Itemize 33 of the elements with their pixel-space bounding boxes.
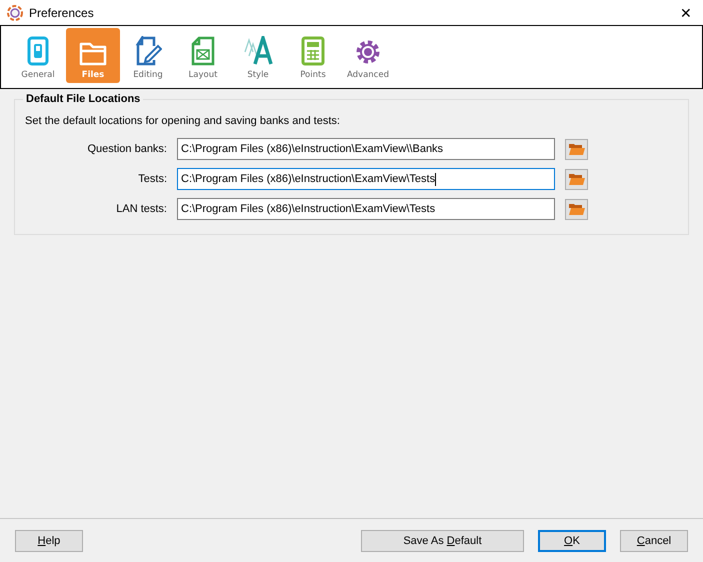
folder-icon bbox=[568, 173, 584, 185]
dialog-button[interactable]: OK bbox=[538, 530, 606, 552]
field-label: Tests: bbox=[137, 173, 167, 185]
app-logo-icon bbox=[7, 4, 23, 20]
folder-icon bbox=[568, 203, 584, 215]
switch-icon bbox=[27, 36, 49, 66]
path-field[interactable]: C:\Program Files (x86)\eInstruction\ExamView\\Banks bbox=[177, 138, 555, 160]
calculator-icon bbox=[301, 36, 325, 66]
field-label: Question banks: bbox=[86, 143, 167, 155]
toolbar-tab[interactable]: Points bbox=[286, 28, 340, 83]
dialog-button[interactable]: Cancel bbox=[620, 530, 688, 552]
browse-button[interactable] bbox=[565, 168, 588, 190]
description-text: Set the default locations for opening and saving banks and tests: bbox=[25, 115, 341, 127]
toolbar-tab[interactable]: Layout bbox=[176, 28, 230, 83]
dialog-button[interactable]: Save As Default bbox=[361, 530, 524, 552]
path-field[interactable]: C:\Program Files (x86)\eInstruction\ExamView\Tests bbox=[177, 168, 555, 190]
folder-icon bbox=[79, 40, 107, 66]
field-label: LAN tests: bbox=[115, 203, 167, 215]
path-field[interactable]: C:\Program Files (x86)\eInstruction\ExamView\Tests bbox=[177, 198, 555, 220]
browse-button[interactable] bbox=[565, 138, 588, 160]
close-button[interactable]: ✕ bbox=[669, 0, 703, 25]
toolbar-tab[interactable]: Advanced bbox=[341, 28, 395, 83]
toolbar-tab[interactable]: General bbox=[11, 28, 65, 83]
group-title: Default File Locations bbox=[25, 93, 142, 105]
pencil-document-icon bbox=[134, 36, 162, 66]
window-title: Preferences bbox=[29, 6, 94, 20]
folder-icon bbox=[568, 143, 584, 155]
dialog-button[interactable]: Help bbox=[15, 530, 83, 552]
toolbar-tab[interactable]: Editing bbox=[121, 28, 175, 83]
settings-icon bbox=[354, 38, 382, 66]
document-icon bbox=[191, 36, 215, 66]
browse-button[interactable] bbox=[565, 198, 588, 220]
toolbar-tab[interactable]: Style bbox=[231, 28, 285, 83]
